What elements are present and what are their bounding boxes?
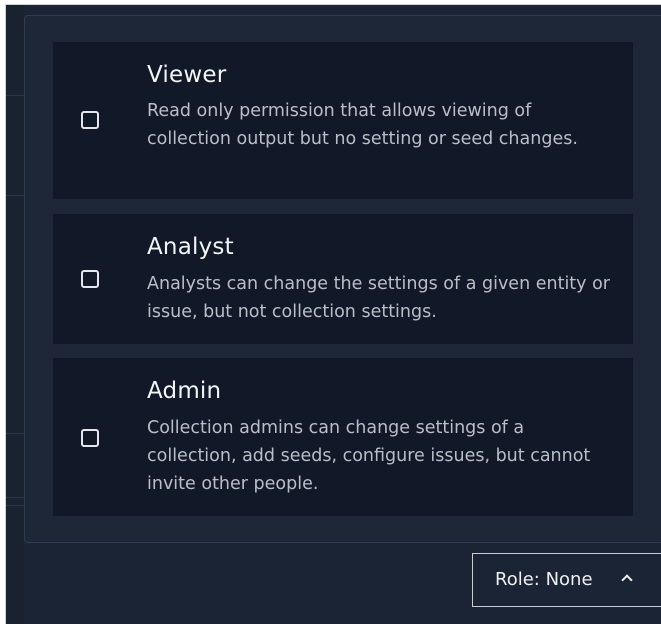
background-divider (6, 195, 24, 196)
role-dropdown-label: Role: None (495, 569, 593, 590)
role-option-title: Admin (147, 378, 222, 404)
background-divider (6, 505, 24, 506)
role-option-description: Collection admins can change settings of… (147, 418, 591, 494)
background-page (6, 5, 24, 624)
role-option-description: Read only permission that allows viewing… (147, 101, 578, 149)
role-option-description: Analysts can change the settings of a gi… (147, 274, 610, 322)
app-frame: Viewer Read only permission that allows … (5, 4, 661, 624)
background-divider (6, 497, 24, 498)
role-dropdown-button[interactable]: Role: None (472, 553, 661, 607)
role-option-title: Viewer (147, 62, 227, 88)
analyst-checkbox[interactable] (81, 270, 99, 288)
role-option-title: Analyst (147, 234, 234, 260)
role-option-viewer[interactable]: Viewer Read only permission that allows … (53, 42, 633, 199)
role-option-analyst[interactable]: Analyst Analysts can change the settings… (53, 214, 633, 344)
background-divider (6, 433, 24, 434)
viewer-checkbox[interactable] (81, 111, 99, 129)
admin-checkbox[interactable] (81, 429, 99, 447)
role-selection-popover: Viewer Read only permission that allows … (24, 15, 661, 543)
background-divider (6, 95, 24, 96)
role-option-admin[interactable]: Admin Collection admins can change setti… (53, 358, 633, 516)
chevron-up-icon (621, 574, 633, 586)
